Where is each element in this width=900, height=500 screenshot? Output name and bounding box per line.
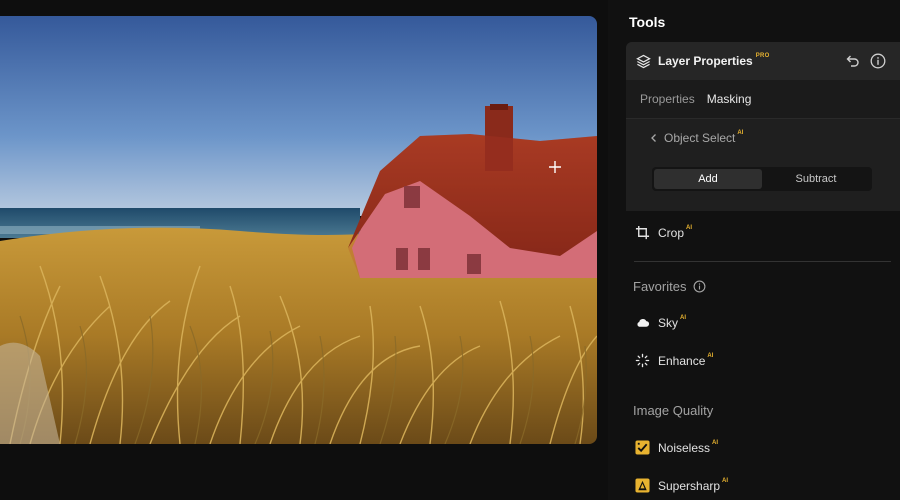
tool-crop[interactable]: Crop AI [635, 225, 692, 240]
layer-properties-card: Layer Properties PRO Properties Masking … [626, 42, 900, 211]
object-select-label: Object Select [664, 131, 736, 145]
crop-icon [635, 225, 650, 240]
ai-badge: AI [712, 439, 719, 446]
panel-title: Tools [629, 14, 666, 30]
layers-icon [636, 54, 651, 68]
ai-badge: AI [737, 130, 744, 136]
tab-masking[interactable]: Masking [707, 92, 752, 106]
supersharp-icon [635, 478, 650, 493]
info-icon[interactable] [870, 53, 886, 69]
divider [634, 261, 891, 262]
mask-mode-toggle: Add Subtract [652, 167, 872, 191]
pro-badge: PRO [755, 53, 770, 59]
tools-panel: Tools Layer Properties PRO Properties Ma… [608, 0, 900, 500]
ai-badge: AI [686, 224, 693, 231]
undo-icon[interactable] [844, 53, 860, 69]
add-button[interactable]: Add [654, 169, 762, 189]
chevron-left-icon [651, 134, 656, 142]
supersharp-label: Supersharp [658, 478, 721, 493]
crop-label: Crop [658, 225, 685, 240]
ai-badge: AI [707, 352, 714, 359]
favorites-section-title: Favorites [633, 279, 706, 294]
layer-properties-header[interactable]: Layer Properties PRO [626, 42, 900, 80]
favorites-title: Favorites [633, 279, 687, 294]
image-quality-title: Image Quality [633, 403, 714, 418]
crosshair-cursor-icon [549, 161, 561, 173]
cloud-icon [637, 319, 650, 327]
subtract-button[interactable]: Subtract [762, 169, 870, 189]
info-icon[interactable] [693, 280, 706, 293]
image-canvas[interactable] [0, 0, 608, 500]
ai-badge: AI [680, 314, 687, 321]
noiseless-icon [635, 440, 650, 455]
layer-tabs: Properties Masking [626, 80, 900, 118]
tab-properties[interactable]: Properties [640, 92, 695, 106]
object-select-back[interactable]: Object Select AI [650, 130, 744, 145]
masking-body: Object Select AI Add Subtract [626, 118, 900, 211]
sky-label: Sky [658, 315, 679, 330]
layer-properties-title: Layer Properties [658, 54, 753, 68]
enhance-label: Enhance [658, 353, 706, 368]
photo-preview[interactable] [0, 16, 597, 444]
ai-badge: AI [722, 477, 729, 484]
tool-sky[interactable]: Sky AI [635, 315, 686, 330]
tool-noiseless[interactable]: Noiseless AI [635, 440, 718, 455]
noiseless-label: Noiseless [658, 440, 711, 455]
tool-supersharp[interactable]: Supersharp AI [635, 478, 728, 493]
landscape-image [0, 16, 597, 444]
sparkle-icon [635, 353, 650, 368]
image-quality-section-title: Image Quality [633, 403, 713, 418]
tool-enhance[interactable]: Enhance AI [635, 353, 713, 368]
